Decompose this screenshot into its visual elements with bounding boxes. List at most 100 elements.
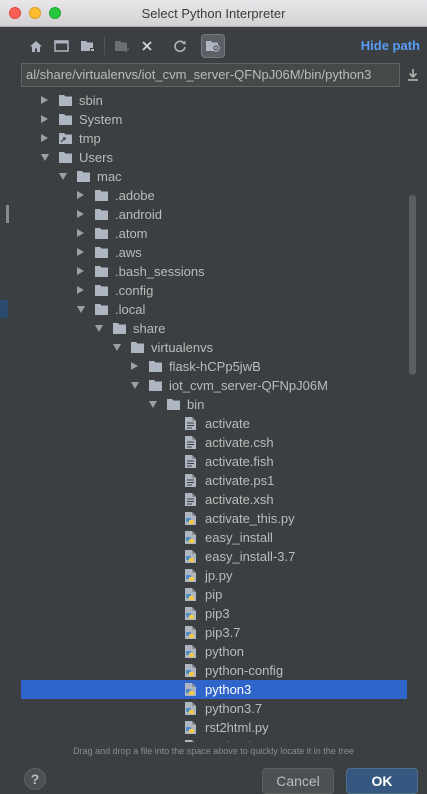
tree-row[interactable]: System (21, 110, 407, 129)
show-hidden-icon[interactable] (201, 34, 225, 58)
folder-icon (148, 359, 164, 374)
tree-row[interactable]: pip (21, 585, 407, 604)
tree-row[interactable]: easy_install (21, 528, 407, 547)
toolbar-separator (104, 37, 105, 55)
chevron-down-icon[interactable] (41, 154, 49, 161)
tree-row[interactable]: activate.csh (21, 433, 407, 452)
chevron-right-icon[interactable] (77, 210, 84, 218)
desktop-icon[interactable] (52, 37, 70, 55)
tree-scrollbar-thumb[interactable] (409, 195, 416, 375)
tree-row[interactable]: activate (21, 414, 407, 433)
chevron-right-icon[interactable] (77, 229, 84, 237)
tree-row-label: share (133, 321, 166, 336)
help-button[interactable]: ? (24, 768, 46, 790)
python-file-icon (184, 644, 200, 659)
cancel-button[interactable]: Cancel (262, 768, 334, 794)
tree-row[interactable]: python (21, 642, 407, 661)
chevron-right-icon[interactable] (77, 286, 84, 294)
tree-row-label: .android (115, 207, 162, 222)
python-file-icon (184, 530, 200, 545)
file-icon (184, 435, 200, 450)
chevron-down-icon[interactable] (59, 173, 67, 180)
chevron-right-icon[interactable] (77, 191, 84, 199)
chevron-down-icon[interactable] (131, 382, 139, 389)
delete-icon[interactable] (138, 37, 156, 55)
tree-row-label: easy_install-3.7 (205, 549, 296, 564)
tree-row[interactable]: activate_this.py (21, 509, 407, 528)
tree-row[interactable]: .atom (21, 224, 407, 243)
folder-icon (58, 93, 74, 108)
tree-row[interactable]: python3 (21, 680, 407, 699)
tree-row[interactable]: share (21, 319, 407, 338)
folder-link-icon (58, 131, 74, 146)
chevron-down-icon[interactable] (149, 401, 157, 408)
chevron-down-icon[interactable] (95, 325, 103, 332)
hide-path-link[interactable]: Hide path (361, 38, 420, 53)
tree-row-label: mac (97, 169, 122, 184)
tree-row[interactable]: iot_cvm_server-QFNpJ06M (21, 376, 407, 395)
chevron-right-icon[interactable] (41, 96, 48, 104)
tree-row[interactable]: .local (21, 300, 407, 319)
tree-row[interactable]: easy_install-3.7 (21, 547, 407, 566)
tree-row-label: rst2html.py (205, 720, 269, 735)
tree-scrollbar-track[interactable] (409, 91, 417, 742)
folder-icon (94, 283, 110, 298)
home-icon[interactable] (27, 37, 45, 55)
tree-row-label: python3 (205, 682, 252, 697)
tree-row-label: sbin (79, 93, 103, 108)
tree-row-label: Users (79, 150, 113, 165)
tree-row[interactable]: python-config (21, 661, 407, 680)
tree-row[interactable]: .aws (21, 243, 407, 262)
tree-row[interactable]: activate.fish (21, 452, 407, 471)
tree-row[interactable]: sbin (21, 91, 407, 110)
chevron-down-icon[interactable] (77, 306, 85, 313)
chevron-right-icon[interactable] (77, 248, 84, 256)
chevron-right-icon[interactable] (77, 267, 84, 275)
chevron-down-icon[interactable] (113, 344, 121, 351)
tree-row[interactable]: Users (21, 148, 407, 167)
tree-row[interactable]: virtualenvs (21, 338, 407, 357)
folder-icon (94, 226, 110, 241)
tree-row-label: pip3 (205, 606, 230, 621)
tree-row[interactable]: rst2html4.py (21, 737, 407, 742)
tree-row[interactable]: activate.ps1 (21, 471, 407, 490)
tree-row[interactable]: bin (21, 395, 407, 414)
project-folder-icon[interactable] (79, 37, 97, 55)
path-input[interactable]: al/share/virtualenvs/iot_cvm_server-QFNp… (21, 63, 400, 87)
tree-row[interactable]: jp.py (21, 566, 407, 585)
file-icon (184, 416, 200, 431)
tree-row-label: activate_this.py (205, 511, 295, 526)
tree-row[interactable]: pip3.7 (21, 623, 407, 642)
tree-row-label: System (79, 112, 123, 127)
python-file-icon (184, 549, 200, 564)
folder-icon (76, 169, 92, 184)
tree-row[interactable]: flask-hCPp5jwB (21, 357, 407, 376)
tree-row-label: .aws (115, 245, 142, 260)
file-tree[interactable]: sbin System tmp Users mac .adobe .android .atom… (21, 91, 407, 742)
folder-icon (166, 397, 182, 412)
title-bar: Select Python Interpreter (0, 0, 427, 27)
refresh-icon[interactable] (171, 37, 189, 55)
tree-row[interactable]: .android (21, 205, 407, 224)
tree-row-label: activate (205, 416, 250, 431)
download-icon[interactable] (405, 66, 421, 84)
tree-row-label: flask-hCPp5jwB (169, 359, 261, 374)
python-file-icon (184, 511, 200, 526)
chevron-right-icon[interactable] (41, 134, 48, 142)
tree-row[interactable]: activate.xsh (21, 490, 407, 509)
tree-row-label: iot_cvm_server-QFNpJ06M (169, 378, 328, 393)
tree-row[interactable]: pip3 (21, 604, 407, 623)
tree-row-label: python (205, 644, 245, 659)
new-folder-icon[interactable] (113, 37, 131, 55)
ok-button[interactable]: OK (346, 768, 418, 794)
tree-row[interactable]: tmp (21, 129, 407, 148)
chevron-right-icon[interactable] (131, 362, 138, 370)
tree-row[interactable]: python3.7 (21, 699, 407, 718)
tree-row[interactable]: .bash_sessions (21, 262, 407, 281)
folder-icon (94, 188, 110, 203)
tree-row[interactable]: rst2html.py (21, 718, 407, 737)
tree-row[interactable]: mac (21, 167, 407, 186)
tree-row[interactable]: .adobe (21, 186, 407, 205)
chevron-right-icon[interactable] (41, 115, 48, 123)
tree-row[interactable]: .config (21, 281, 407, 300)
